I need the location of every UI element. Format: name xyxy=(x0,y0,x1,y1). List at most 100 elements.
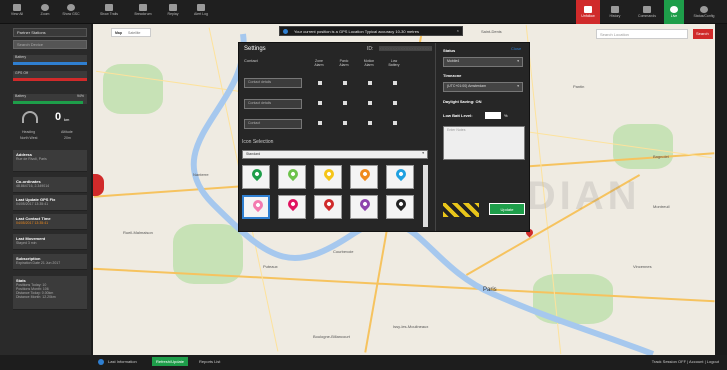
info-icon xyxy=(283,29,288,34)
device-id-value: XXXXXXXXXXXXXXXXXXXX xyxy=(379,46,433,51)
pin-icon xyxy=(249,166,265,182)
chevron-down-icon: ▾ xyxy=(517,59,519,63)
icon-option-purple[interactable] xyxy=(350,195,378,219)
town-label: Courbevoie xyxy=(333,249,354,254)
low-battery-checkbox[interactable] xyxy=(393,81,397,85)
info-icon xyxy=(98,359,104,365)
account-links[interactable]: Track Session OFF | Account | Logout xyxy=(652,359,719,364)
icon-option-orange[interactable] xyxy=(350,165,378,189)
toolbar-replay[interactable]: Replay xyxy=(162,2,184,22)
power-icon xyxy=(670,6,678,13)
search-device-input[interactable]: Search Device xyxy=(13,40,87,49)
battery-level-bar: Battery 94% xyxy=(13,94,87,104)
chevron-down-icon: ▾ xyxy=(422,151,424,155)
location-search-button[interactable]: Search xyxy=(693,29,713,39)
town-label: Vincennes xyxy=(633,264,652,269)
motion-alarm-checkbox[interactable] xyxy=(368,81,372,85)
panic-alarm-checkbox[interactable] xyxy=(343,121,347,125)
icon-option-yellow[interactable] xyxy=(314,165,342,189)
hazard-stripes-icon xyxy=(443,203,479,217)
toolbar-status-config[interactable]: Status/Config xyxy=(688,2,720,22)
town-label: Puteaux xyxy=(263,264,278,269)
icon-option-lightgreen[interactable] xyxy=(278,165,306,189)
dialog-close-link[interactable]: Close xyxy=(511,46,521,51)
town-label: Rueil-Malmaison xyxy=(123,230,153,235)
contact-field-3[interactable]: Contact xyxy=(244,119,302,129)
toolbar-commands[interactable]: Commands xyxy=(632,2,662,22)
icon-option-blue[interactable] xyxy=(386,165,414,189)
toolbar-show-gsc[interactable]: Show GSC xyxy=(60,2,82,22)
motion-alarm-checkbox[interactable] xyxy=(368,101,372,105)
pin-icon xyxy=(393,196,409,212)
battery-level-bar-fill xyxy=(13,101,83,104)
send-icon xyxy=(643,6,651,13)
town-label: Issy-les-Moulineaux xyxy=(393,324,429,329)
partner-stations-button[interactable]: Partner Stations xyxy=(13,28,87,37)
pin-icon xyxy=(357,166,373,182)
timezone-dropdown[interactable]: (UTC+01:00) Amsterdam ▾ xyxy=(443,82,523,92)
chevron-down-icon: ▾ xyxy=(517,84,519,88)
dialog-divider xyxy=(435,43,436,231)
low-battery-checkbox[interactable] xyxy=(393,121,397,125)
toolbar-view-all[interactable]: View All xyxy=(6,2,28,22)
reports-list-item[interactable]: Reports List xyxy=(199,359,220,364)
icon-grid-scrollbar[interactable] xyxy=(423,165,428,227)
battery-bar: Battery xyxy=(13,55,87,65)
notes-textarea[interactable]: Enter Notes xyxy=(443,126,525,160)
icon-option-black[interactable] xyxy=(386,195,414,219)
image-icon xyxy=(611,6,619,13)
icon-option-red[interactable] xyxy=(314,195,342,219)
update-button[interactable]: Update xyxy=(489,203,525,215)
toolbar-breadcrum[interactable]: Breadcrum xyxy=(132,2,154,22)
icon-option-pink[interactable] xyxy=(242,195,270,219)
bottom-status-bar: Last Information Refresh/Update Reports … xyxy=(0,355,727,370)
heading-label: Heading xyxy=(22,130,36,134)
panic-alarm-checkbox[interactable] xyxy=(343,81,347,85)
coordinates-card: Co-ordinates 48.864716, 2.349014 xyxy=(13,177,87,193)
col-motion-alarm: Motion Alarm xyxy=(363,59,375,67)
col-zone-alarm: Zone Alarm xyxy=(314,59,324,67)
trail-icon xyxy=(105,4,113,11)
town-label: Saint-Denis xyxy=(481,29,502,34)
toolbar-unfollow[interactable]: Unfollow xyxy=(576,0,600,24)
tab-satellite[interactable]: Satellite xyxy=(125,29,143,37)
warning-icon xyxy=(139,4,147,11)
panic-alarm-checkbox[interactable] xyxy=(343,101,347,105)
low-batt-unit: % xyxy=(504,113,508,118)
stats-card: Stats Positions Today: 10 Positions Mont… xyxy=(13,276,87,310)
tab-map[interactable]: Map xyxy=(112,29,125,37)
toolbar-live[interactable]: Live xyxy=(664,0,684,24)
altitude-value: 20m xyxy=(64,136,71,140)
icon-selection-dropdown[interactable]: Standard ▾ xyxy=(242,150,428,159)
contact-label: Contact xyxy=(244,58,258,63)
settings-dialog: Settings ID: XXXXXXXXXXXXXXXXXXXX Close … xyxy=(238,42,530,232)
zone-alarm-checkbox[interactable] xyxy=(318,81,322,85)
contact-field-2[interactable]: Contact details xyxy=(244,99,302,109)
contact-field-1[interactable]: Contact details xyxy=(244,78,302,88)
status-dropdown[interactable]: Mobile4 ▾ xyxy=(443,57,523,67)
toolbar-alert-log[interactable]: Alert Log xyxy=(190,2,212,22)
toolbar-history[interactable]: History xyxy=(603,2,627,22)
motion-alarm-checkbox[interactable] xyxy=(368,121,372,125)
icon-grid xyxy=(242,163,422,227)
speed-value: 0 xyxy=(55,111,62,123)
top-toolbar: View All Zoom Show GSC Show Trails Bread… xyxy=(0,0,727,24)
icon-option-magenta[interactable] xyxy=(278,195,306,219)
last-information-item[interactable]: Last Information xyxy=(108,359,137,364)
map-marker-icon[interactable] xyxy=(93,174,104,196)
zone-alarm-checkbox[interactable] xyxy=(318,101,322,105)
last-gps-fix-card: Last Update GPS Fix 04/05/2017 13:35:41 xyxy=(13,195,87,211)
low-batt-level-input[interactable] xyxy=(485,112,501,119)
zone-alarm-checkbox[interactable] xyxy=(318,121,322,125)
position-banner: Your current position is a GPS Location … xyxy=(279,26,463,36)
location-search-input[interactable]: Search Location xyxy=(596,29,688,39)
daylight-saving-value[interactable]: ON xyxy=(475,99,481,104)
close-icon[interactable]: × xyxy=(457,28,459,33)
toolbar-zoom[interactable]: Zoom xyxy=(34,2,56,22)
toolbar-show-trails[interactable]: Show Trails xyxy=(98,2,120,22)
icon-option-green[interactable] xyxy=(242,165,270,189)
status-label: Status xyxy=(443,48,456,53)
refresh-update-item[interactable]: Refresh/Update xyxy=(152,357,189,366)
col-panic-alarm: Panic Alarm xyxy=(339,59,349,67)
low-battery-checkbox[interactable] xyxy=(393,101,397,105)
